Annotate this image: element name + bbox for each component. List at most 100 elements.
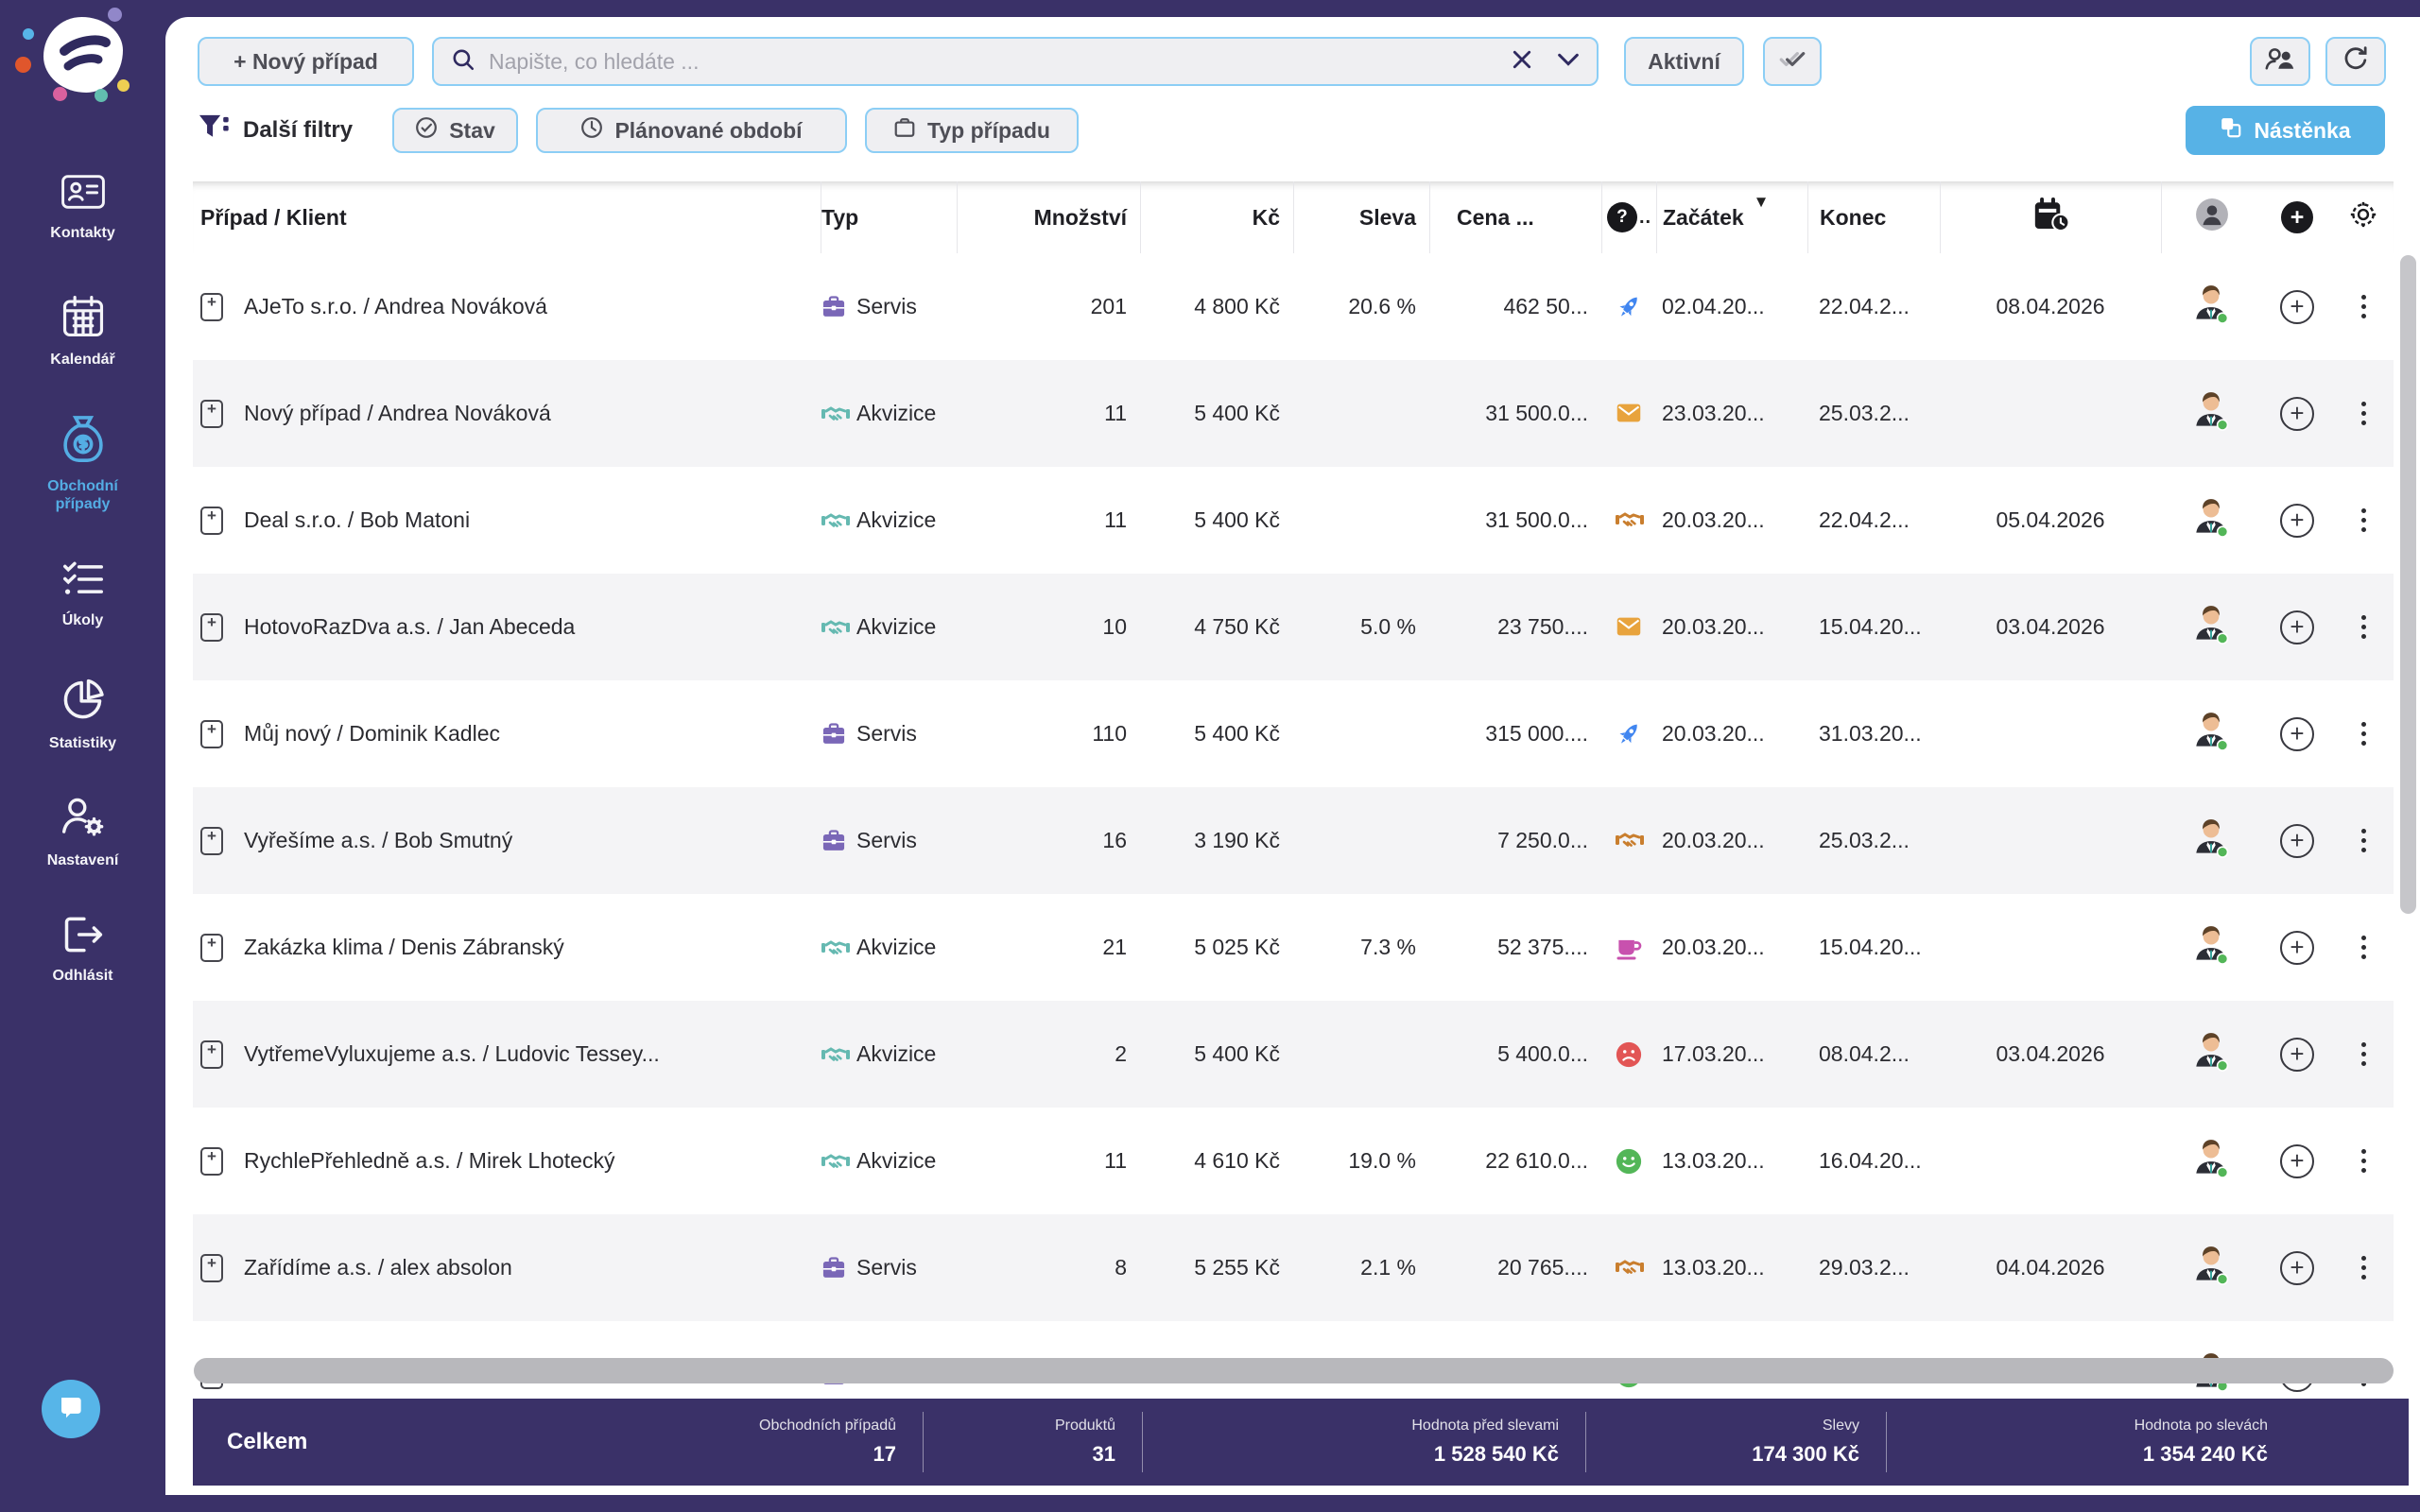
sidebar-item-obchodni-pripady[interactable]: Obchodní případy [0, 414, 165, 513]
row-menu-button[interactable] [2333, 1149, 2394, 1173]
row-menu-button[interactable] [2333, 508, 2394, 532]
header-case-client[interactable]: Případ / Klient [193, 181, 821, 253]
sidebar-item-ukoly[interactable]: Úkoly [0, 559, 165, 629]
table-row[interactable]: + Můj nový / Dominik Kadlec Servis 110 5… [193, 680, 2394, 787]
row-menu-button[interactable] [2333, 615, 2394, 639]
briefcase-outline-icon [893, 116, 916, 145]
table-row[interactable]: + Zařídíme a.s. / alex absolon Servis 8 … [193, 1214, 2394, 1321]
header-add-column-button[interactable]: + [2261, 181, 2333, 253]
header-start[interactable]: Začátek ▼ [1656, 181, 1807, 253]
checklist-icon [61, 559, 105, 604]
row-menu-button[interactable] [2333, 722, 2394, 746]
header-owner[interactable] [2161, 181, 2261, 253]
briefcase-type-icon [821, 828, 847, 854]
calendar-icon [61, 295, 105, 343]
chevron-down-icon[interactable] [1557, 53, 1580, 71]
add-product-button[interactable]: + [2280, 930, 2314, 965]
unit-price-cell: 5 400 Kč [1194, 1041, 1280, 1066]
case-type-label: Akvizice [856, 401, 937, 425]
header-discount[interactable]: Sleva [1293, 181, 1429, 253]
add-product-button[interactable]: + [2280, 1143, 2314, 1178]
add-product-button[interactable]: + [2280, 396, 2314, 431]
sort-desc-icon: ▼ [1753, 193, 1770, 211]
planned-period-filter-button[interactable]: Plánované období [536, 108, 847, 153]
table-row[interactable]: + Deal s.r.o. / Bob Matoni Akvizice 11 5… [193, 467, 2394, 574]
refresh-icon [2342, 44, 2370, 78]
table-row[interactable]: + Vyřešíme a.s. / Bob Smutný Servis 16 3… [193, 787, 2394, 894]
header-price[interactable]: Cena ... [1429, 181, 1601, 253]
horizontal-scrollbar[interactable] [194, 1358, 2394, 1383]
sidebar-item-nastaveni[interactable]: Nastavení [0, 796, 165, 869]
table-row[interactable]: + HotovoRazDva a.s. / Jan Abeceda Akvizi… [193, 574, 2394, 680]
double-check-icon [1777, 47, 1807, 76]
header-type[interactable]: Typ [821, 181, 957, 253]
users-button[interactable] [2250, 37, 2310, 86]
stat-products-count: Produktů 31 [1055, 1412, 1143, 1472]
table-row[interactable]: + RychlePřehledně a.s. / Mirek Lhotecký … [193, 1108, 2394, 1214]
add-product-button[interactable]: + [2280, 823, 2314, 858]
row-menu-button[interactable] [2333, 1256, 2394, 1280]
add-product-button[interactable]: + [2280, 1250, 2314, 1285]
funnel-icon [198, 112, 230, 149]
expand-row-button[interactable]: + [200, 1146, 223, 1176]
add-product-button[interactable]: + [2280, 1037, 2314, 1072]
search-input[interactable] [489, 48, 1498, 75]
header-currency[interactable]: Kč [1140, 181, 1293, 253]
quantity-cell: 8 [1115, 1255, 1127, 1280]
vertical-scrollbar[interactable] [2400, 255, 2416, 914]
app-logo [15, 8, 130, 102]
header-end[interactable]: Konec [1807, 181, 1940, 253]
new-case-button[interactable]: + Nový případ [198, 37, 414, 86]
clear-search-icon[interactable] [1512, 49, 1532, 75]
row-menu-button[interactable] [2333, 295, 2394, 318]
row-menu-button[interactable] [2333, 829, 2394, 852]
briefcase-type-icon [821, 294, 847, 320]
discount-cell: 7.3 % [1360, 935, 1416, 959]
expand-row-button[interactable]: + [200, 933, 223, 962]
more-filters-button[interactable]: Další filtry [198, 108, 353, 153]
quantity-cell: 110 [1092, 721, 1127, 746]
sidebar-item-kontakty[interactable]: Kontakty [0, 172, 165, 242]
expand-row-button[interactable]: + [200, 399, 223, 428]
start-date-cell: 13.03.20... [1662, 1255, 1765, 1280]
table-row[interactable]: + Nový případ / Andrea Nováková Akvizice… [193, 360, 2394, 467]
case-type-filter-button[interactable]: Typ případu [865, 108, 1079, 153]
add-product-button[interactable]: + [2280, 503, 2314, 538]
expand-row-button[interactable]: + [200, 826, 223, 855]
case-client-name: Nový případ / Andrea Nováková [244, 401, 551, 425]
table-row[interactable]: + Zakázka klima / Denis Zábranský Akvizi… [193, 894, 2394, 1001]
expand-row-button[interactable]: + [200, 1253, 223, 1282]
table-settings-button[interactable] [2333, 181, 2394, 253]
table-row[interactable]: + AJeTo s.r.o. / Andrea Nováková Servis … [193, 253, 2394, 360]
header-planned-date[interactable] [1940, 181, 2161, 253]
stat-value-after-discounts: Hodnota po slevách 1 354 240 Kč [2134, 1418, 2268, 1466]
expand-row-button[interactable]: + [200, 292, 223, 321]
status-filter-button[interactable]: Stav [392, 108, 518, 153]
add-product-button[interactable]: + [2280, 716, 2314, 751]
table-row[interactable]: + VytřemeVyluxujeme a.s. / Ludovic Tesse… [193, 1001, 2394, 1108]
planned-date-cell: 08.04.2026 [1996, 294, 2105, 318]
stat-cases-count: Obchodních případů 17 [759, 1412, 924, 1472]
row-menu-button[interactable] [2333, 936, 2394, 959]
row-menu-button[interactable] [2333, 1042, 2394, 1066]
row-menu-button[interactable] [2333, 402, 2394, 425]
expand-row-button[interactable]: + [200, 719, 223, 748]
refresh-button[interactable] [2325, 37, 2386, 86]
double-check-button[interactable] [1763, 37, 1822, 86]
expand-row-button[interactable]: + [200, 506, 223, 535]
add-product-button[interactable]: + [2280, 289, 2314, 324]
sidebar-item-odhlasit[interactable]: Odhlásit [0, 915, 165, 985]
active-status-filter[interactable]: Aktivní [1624, 37, 1744, 86]
end-date-cell: 31.03.20... [1819, 721, 1922, 746]
expand-row-button[interactable]: + [200, 1040, 223, 1069]
header-quantity[interactable]: Množství [957, 181, 1140, 253]
header-status[interactable]: ? .. [1601, 181, 1656, 253]
sidebar-item-kalendar[interactable]: Kalendář [0, 295, 165, 369]
chat-button[interactable] [42, 1380, 100, 1438]
expand-row-button[interactable]: + [200, 612, 223, 642]
dashboard-button[interactable]: Nástěnka [2186, 106, 2385, 155]
add-product-button[interactable]: + [2280, 610, 2314, 644]
sidebar-item-statistiky[interactable]: Statistiky [0, 677, 165, 752]
owner-avatar [2189, 1244, 2233, 1293]
contact-card-icon [60, 172, 106, 216]
